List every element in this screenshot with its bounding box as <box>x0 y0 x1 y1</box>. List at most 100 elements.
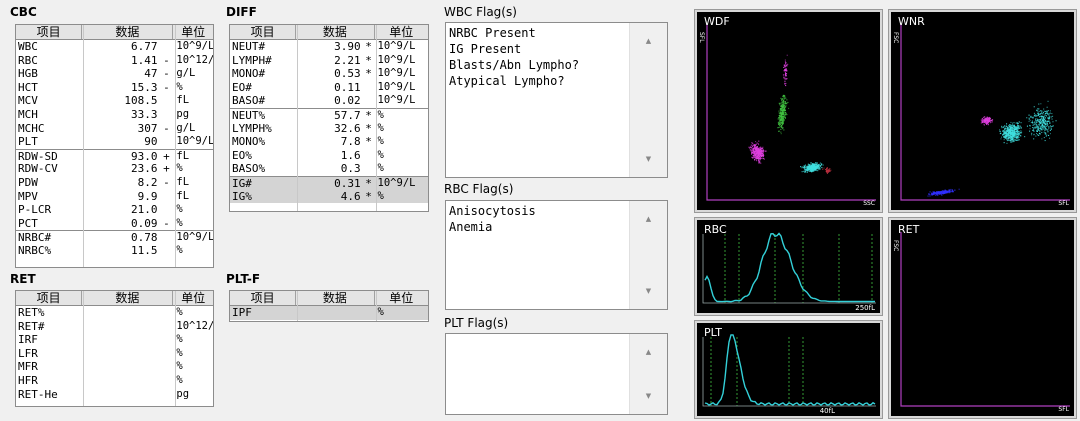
ret-cell-value <box>82 374 159 388</box>
diff-table[interactable]: 项目 数据 单位 NEUT# 3.90 * 10^9/L LYMPH# 2.21 * 10^9/L M… <box>229 24 429 212</box>
scatter-dot <box>1045 110 1047 112</box>
scroll-up-icon[interactable]: ▲ <box>630 215 667 223</box>
cbc-cell-item: MPV <box>18 189 38 203</box>
table-row[interactable]: LYMPH% 32.6 *% <box>230 122 428 136</box>
table-row[interactable]: MONO% 7.8 *% <box>230 135 428 149</box>
wdf-scattergram[interactable]: WDF SFL SSC <box>694 9 883 213</box>
scatter-dot <box>991 121 993 123</box>
scatter-dot <box>1001 136 1003 138</box>
scroll-down-icon[interactable]: ▼ <box>630 392 667 400</box>
scroll-up-icon[interactable]: ▲ <box>630 37 667 45</box>
rbc-histogram[interactable]: RBC 250fL <box>694 217 883 316</box>
scatter-dot <box>958 188 960 190</box>
scatter-dot <box>807 169 809 171</box>
scatter-dot <box>784 59 786 61</box>
scatter-dot <box>778 130 780 132</box>
scatter-dot <box>1051 113 1053 115</box>
table-row[interactable]: RDW-SD 93.0 + fL <box>16 148 213 163</box>
table-row[interactable]: HFR% <box>16 374 213 388</box>
table-row[interactable]: MCH 33.3 pg <box>16 108 213 122</box>
table-row[interactable]: MFR% <box>16 360 213 374</box>
table-row[interactable]: PDW 8.2- fL <box>16 176 213 190</box>
scatter-dot <box>986 123 988 125</box>
scatter-dot <box>1043 125 1045 127</box>
wnr-scattergram[interactable]: WNR FSC SFL <box>888 9 1077 213</box>
table-row[interactable]: RET%% <box>16 306 213 320</box>
scatter-dot <box>777 118 779 120</box>
scatter-dot <box>1038 103 1040 105</box>
table-row[interactable]: LFR% <box>16 347 213 361</box>
diff-cell-value: 3.90 <box>334 40 361 53</box>
scatter-dot <box>1037 108 1039 110</box>
scatter-dot <box>1044 113 1046 115</box>
scatter-dot <box>781 99 783 101</box>
scatter-dot <box>1011 137 1013 139</box>
scatter-dot <box>1049 121 1051 123</box>
rbc-flags-scrollbar[interactable]: ▲ ▼ <box>629 201 667 309</box>
scatter-dot <box>763 150 765 152</box>
scatter-dot <box>806 171 808 173</box>
pltf-table[interactable]: 项目 数据 单位 IPF% <box>229 290 429 322</box>
scroll-up-icon[interactable]: ▲ <box>630 348 667 356</box>
table-row[interactable]: MONO# 0.53 * 10^9/L <box>230 67 428 81</box>
table-row[interactable]: IRF% <box>16 333 213 347</box>
table-row[interactable]: NEUT% 57.7 *% <box>230 107 428 122</box>
table-row[interactable]: IPF% <box>230 306 428 320</box>
scatter-dot <box>1046 106 1048 108</box>
scatter-dot <box>948 191 950 193</box>
scatter-dot <box>812 170 814 172</box>
pltf-cell-value <box>296 306 374 320</box>
scatter-dot <box>1012 128 1014 130</box>
table-row[interactable]: PLT 90 10^9/L <box>16 135 213 149</box>
table-row[interactable]: RET# 10^12/L <box>16 320 213 334</box>
ret-table[interactable]: 项目数据单位RET%%RET#10^12/LIRF%LFR%MFR%HFR%RE… <box>15 290 214 407</box>
diff-cell-value: 0.02 <box>334 94 361 108</box>
table-row[interactable]: P-LCR 21.0% <box>16 203 213 217</box>
scatter-dot <box>950 191 952 193</box>
scroll-down-icon[interactable]: ▼ <box>630 287 667 295</box>
table-row[interactable]: RDW-CV 23.6 +% <box>16 162 213 176</box>
table-row[interactable]: BASO# 0.02 10^9/L <box>230 94 428 108</box>
scatter-dot <box>1042 112 1044 114</box>
table-row[interactable]: WBC 6.77 10^9/L <box>16 40 213 54</box>
table-row[interactable]: MCHC 307- g/L <box>16 122 213 136</box>
table-row[interactable]: MCV 108.5 fL <box>16 94 213 108</box>
scatter-dot <box>1029 130 1031 132</box>
scatter-dot <box>1043 108 1045 110</box>
scatter-dot <box>758 152 760 154</box>
scatter-dot <box>1005 135 1007 137</box>
plt-histogram[interactable]: PLT 40fL <box>694 320 883 419</box>
table-row[interactable]: IG% 4.6 *% <box>230 189 428 204</box>
table-row[interactable]: BASO% 0.3% <box>230 162 428 176</box>
scatter-dot <box>1048 118 1050 120</box>
scatter-dot <box>819 168 821 170</box>
cbc-cell-item: WBC <box>18 40 38 53</box>
cbc-table[interactable]: 项目数据单位WBC6.7710^9/LRBC1.41-10^12/LHGB47-… <box>15 24 214 268</box>
table-row[interactable]: PCT 0.09-% <box>16 217 213 231</box>
ret-scattergram[interactable]: RET FSC SFL <box>888 217 1077 419</box>
table-row[interactable]: NRBC% 11.5% <box>16 244 213 258</box>
wbc-flags-box[interactable]: NRBC Present IG Present Blasts/Abn Lympho?… <box>445 22 668 178</box>
table-row[interactable]: NRBC# 0.78 10^9/L <box>16 230 213 244</box>
table-row[interactable]: MPV 9.9 fL <box>16 190 213 204</box>
table-row[interactable]: IG# 0.31 * 10^9/L <box>230 175 428 190</box>
plt-flags-scrollbar[interactable]: ▲ ▼ <box>629 334 667 414</box>
table-row[interactable]: HCT 15.3-% <box>16 81 213 95</box>
wbc-flags-scrollbar[interactable]: ▲ ▼ <box>629 23 667 177</box>
scatter-dot <box>782 118 784 120</box>
scroll-down-icon[interactable]: ▼ <box>630 155 667 163</box>
rbc-flags-box[interactable]: Anisocytosis Anemia ▲ ▼ <box>445 200 668 310</box>
table-row[interactable]: EO% 1.6% <box>230 149 428 163</box>
table-row[interactable]: RET-He pg <box>16 388 213 402</box>
cbc-cell-unit: fL <box>176 189 190 202</box>
scatter-dot <box>1026 125 1028 127</box>
scatter-dot <box>784 107 786 109</box>
table-row[interactable]: LYMPH# 2.21 * 10^9/L <box>230 54 428 68</box>
table-row[interactable]: RBC 1.41-10^12/L <box>16 54 213 68</box>
table-row[interactable]: HGB 47- g/L <box>16 67 213 81</box>
table-row[interactable]: NEUT# 3.90 * 10^9/L <box>230 40 428 54</box>
table-row[interactable]: EO# 0.11 10^9/L <box>230 81 428 95</box>
scatter-dot <box>1043 137 1045 139</box>
plt-flags-box[interactable]: ▲ ▼ <box>445 333 668 415</box>
scatter-dot <box>980 122 982 124</box>
